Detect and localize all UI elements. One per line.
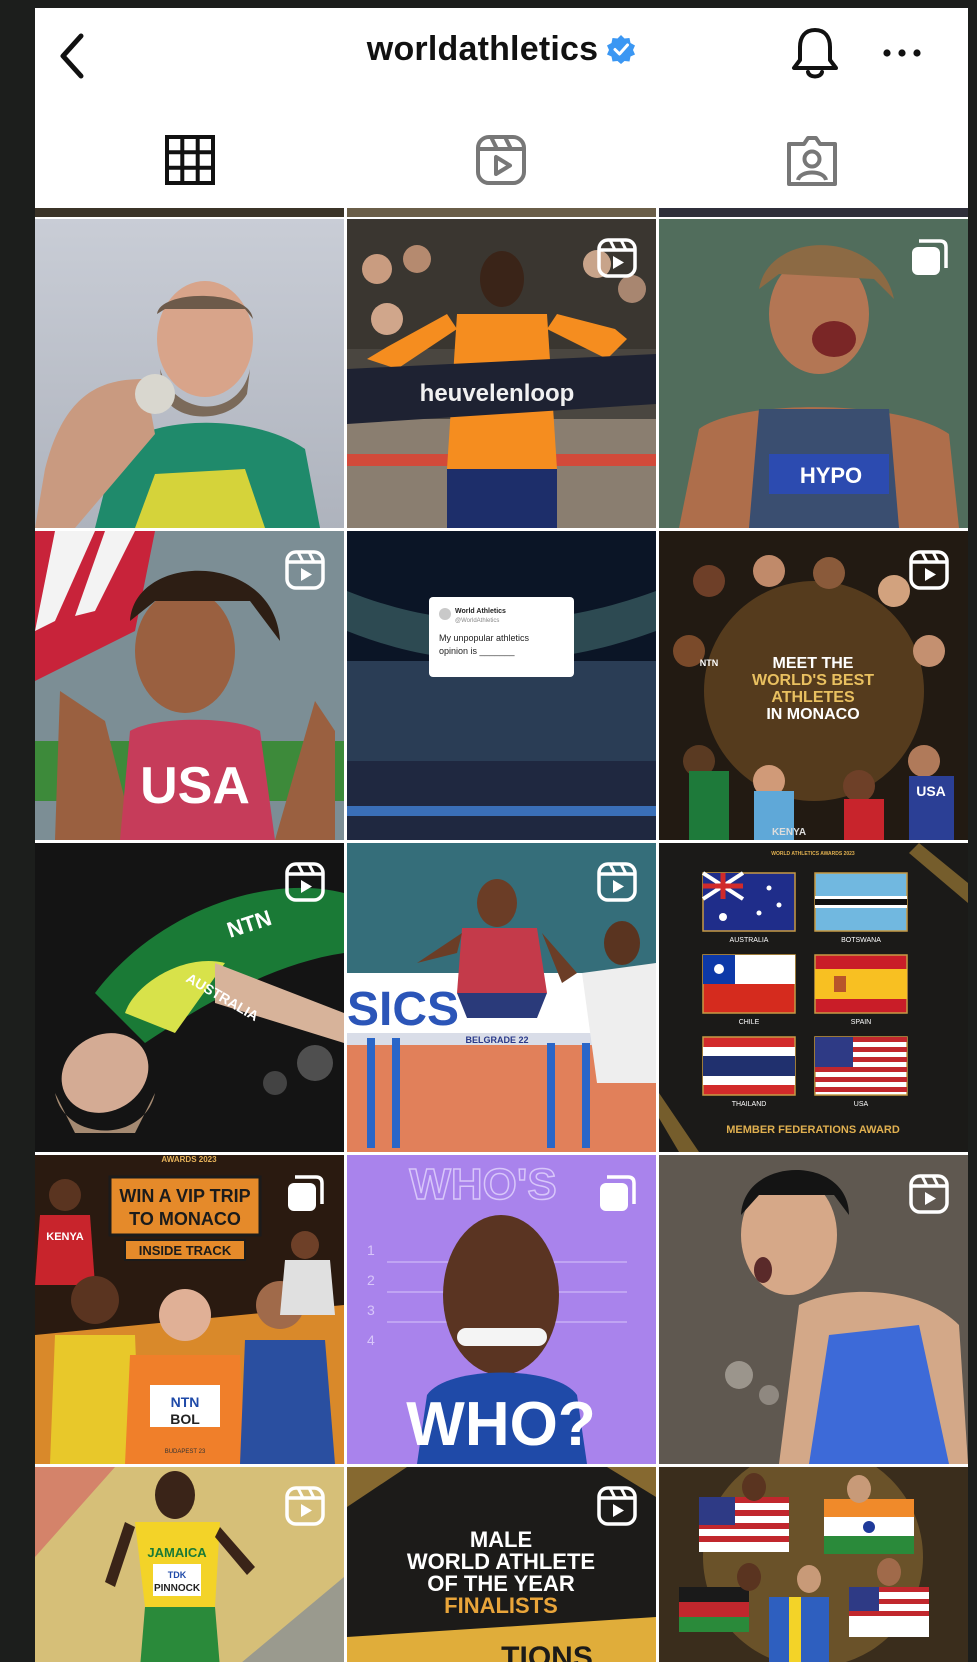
carousel-icon — [912, 239, 948, 275]
bib-text: HYPO — [800, 463, 862, 488]
post-tile[interactable]: NTN AUSTRALIA — [35, 843, 344, 1152]
award-title: MEMBER FEDERATIONS AWARD — [726, 1124, 900, 1136]
bib-name: PINNOCK — [154, 1583, 201, 1594]
banner-text: heuvelenloop — [420, 380, 575, 407]
more-horizontal-icon — [883, 49, 921, 57]
post-tile[interactable]: HYPO — [659, 219, 968, 528]
event-tag: BUDAPEST 23 — [165, 1449, 206, 1455]
who-heading: WHO? — [406, 1390, 595, 1459]
promo-line-1: WIN A VIP TRIP — [119, 1186, 250, 1206]
rank-number: 3 — [367, 1302, 375, 1318]
reel-icon — [597, 238, 637, 278]
tweet-handle: @WorldAthletics — [455, 618, 499, 624]
flag-label: SPAIN — [851, 1019, 872, 1026]
post-image-federation-award: WORLD ATHLETICS AWARDS 2023 AUSTRALIA BO… — [659, 843, 968, 1152]
post-tile[interactable]: MEET THE WORLD'S BEST ATHLETES IN MONACO… — [659, 531, 968, 840]
post-tile[interactable]: WORLD ATHLETICS AWARDS 2023 AUSTRALIA BO… — [659, 843, 968, 1152]
profile-username: worldathletics — [366, 30, 599, 68]
reel-icon — [285, 1486, 325, 1526]
reel-icon — [597, 1486, 637, 1526]
bib-ntn: NTN — [700, 658, 719, 668]
bib-ntn: NTN — [171, 1394, 200, 1410]
bib-name: BOL — [170, 1411, 200, 1427]
rank-number: 4 — [367, 1332, 375, 1348]
reel-icon — [909, 1174, 949, 1214]
post-tile[interactable]: AWARDS 2023 WIN A VIP TRIP TO MONACO INS… — [35, 1155, 344, 1464]
awards-header: WORLD ATHLETICS AWARDS 2023 — [771, 851, 855, 857]
rank-number: 2 — [367, 1272, 375, 1288]
cut-text: TIONS — [501, 1641, 593, 1662]
previous-row-edge — [35, 208, 968, 217]
verified-badge-icon — [607, 35, 636, 64]
post-tile[interactable]: JAMAICA TDK PINNOCK — [35, 1467, 344, 1662]
overlay-line-1: MEET THE — [773, 655, 854, 672]
reel-icon — [285, 550, 325, 590]
inside-track-label: INSIDE TRACK — [139, 1243, 232, 1258]
more-options-button[interactable] — [877, 38, 927, 68]
reel-icon — [597, 862, 637, 902]
post-image-flags-celebration — [659, 1467, 968, 1662]
carousel-icon — [600, 1175, 636, 1211]
promo-line-2: TO MONACO — [129, 1209, 241, 1229]
post-image-shotput — [35, 281, 320, 528]
post-tile[interactable]: USA — [35, 531, 344, 840]
post-tile[interactable] — [659, 1467, 968, 1662]
jersey-text: USA — [140, 757, 250, 815]
post-tile[interactable]: SICS BELGRADE 22 — [347, 843, 656, 1152]
reel-icon — [285, 862, 325, 902]
title-line-4: FINALISTS — [444, 1593, 558, 1618]
reel-icon — [909, 550, 949, 590]
bib-kenya: KENYA — [46, 1231, 84, 1243]
overlay-line-3: ATHLETES — [771, 689, 855, 706]
post-tile[interactable]: MALE WORLD ATHLETE OF THE YEAR FINALISTS… — [347, 1467, 656, 1662]
flag-label: CHILE — [739, 1019, 760, 1026]
post-tile[interactable] — [35, 219, 344, 528]
sponsor-text: SICS — [347, 983, 459, 1036]
posts-grid: heuvelenloop HYPO USA World Athletics @W… — [35, 208, 968, 1662]
whos-heading: WHO'S — [409, 1160, 556, 1209]
flag-label: AUSTRALIA — [730, 937, 769, 944]
profile-content-tabs — [35, 116, 968, 208]
flag-label: THAILAND — [732, 1101, 767, 1108]
tab-reels[interactable] — [346, 116, 657, 208]
post-tile[interactable] — [659, 1155, 968, 1464]
tab-posts-grid[interactable] — [35, 116, 346, 208]
notifications-button[interactable] — [787, 24, 843, 84]
overlay-line-2: WORLD'S BEST — [752, 672, 874, 689]
tagged-user-icon — [787, 136, 837, 186]
overlay-line-4: IN MONACO — [766, 706, 859, 723]
jersey-text: JAMAICA — [147, 1545, 207, 1560]
tweet-author: World Athletics — [455, 608, 506, 615]
bib-usa: USA — [916, 783, 946, 799]
post-tile[interactable]: World Athletics @WorldAthletics My unpop… — [347, 531, 656, 840]
event-text: BELGRADE 22 — [465, 1035, 528, 1045]
bell-icon — [792, 28, 838, 79]
bib-kenya: KENYA — [772, 827, 806, 838]
post-tile[interactable]: WHO'S 1 2 3 4 WHO? — [347, 1155, 656, 1464]
carousel-icon — [288, 1175, 324, 1211]
flag-label: USA — [854, 1101, 869, 1108]
grid-icon — [165, 135, 215, 185]
post-image-stadium: World Athletics @WorldAthletics My unpop… — [347, 531, 656, 840]
post-tile[interactable]: heuvelenloop — [347, 219, 656, 528]
awards-tag: AWARDS 2023 — [161, 1155, 217, 1164]
instagram-profile-screen: worldathletics heuvelenloop HYPO USA Wor… — [35, 8, 968, 1662]
tab-tagged[interactable] — [657, 116, 968, 208]
reels-icon — [476, 135, 526, 185]
rank-number: 1 — [367, 1242, 375, 1258]
profile-header: worldathletics — [35, 8, 968, 108]
flag-label: BOTSWANA — [841, 937, 881, 944]
bib-sponsor: TDK — [168, 1570, 187, 1580]
